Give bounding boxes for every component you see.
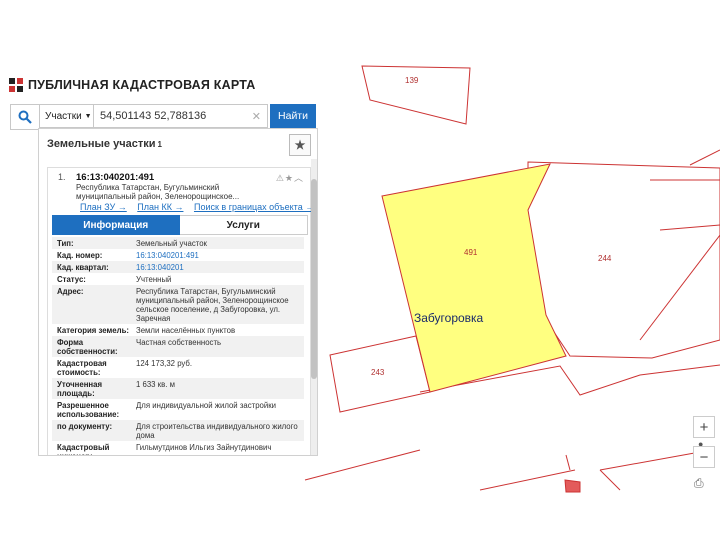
table-row: Кад. номер: 16:13:040201:491 [52,249,304,261]
table-row: Адрес: Республика Татарстан, Бугульмински… [52,285,304,324]
table-row: Статус: Учтенный [52,273,304,285]
row-value: Для индивидуальной жилой застройки [136,400,276,410]
parcel-label-244: 244 [598,254,612,263]
app-title: ПУБЛИЧНАЯ КАДАСТРОВАЯ КАРТА [28,78,256,92]
row-value[interactable]: 16:13:040201:491 [136,251,304,260]
table-row: Кадастровый инженер: Гильмутдинов Ильгиз … [52,441,304,456]
table-row: Форма собственности: Частная собственност… [52,336,304,357]
search-type-label: Участки [45,110,82,122]
parcel-491-highlighted[interactable] [381,163,567,393]
chevron-down-icon: ▼ [84,112,92,120]
row-label: Статус: [57,274,86,284]
village-name-label: Забугоровка [414,311,484,325]
card-tabs: Информация Услуги [52,215,308,235]
row-label: Тип: [57,238,74,248]
search-in-bounds-link[interactable]: Поиск в границах объекта → [194,202,314,212]
tab-services[interactable]: Услуги [179,215,308,235]
card-links: План ЗУ → План КК → Поиск в границах объ… [80,202,317,212]
row-label: Форма собственности: [57,337,118,356]
row-label: Кад. номер: [57,250,103,260]
search-submit-button[interactable]: Найти [270,104,316,128]
rosreestr-logo-icon [8,77,24,93]
search-input[interactable]: 54,501143 52,788136 ✕ [94,104,268,128]
table-row: Категория земель: Земли населённых пункто… [52,324,304,336]
clear-icon[interactable]: ✕ [252,110,261,123]
app-header: ПУБЛИЧНАЯ КАДАСТРОВАЯ КАРТА [8,75,255,95]
row-value: 124 173,32 руб. [136,358,193,368]
results-panel: Земельные участки 1 ★ 1. 16:13:040201:491… [38,128,318,456]
row-label: по документу: [57,421,113,431]
scrollbar-thumb[interactable] [311,179,317,379]
row-label: Разрешенное использование: [57,400,120,419]
panel-title: Земельные участки [47,138,156,150]
card-action-icons[interactable]: ⚠★︿ [276,171,304,184]
row-value: Гильмутдинов Ильгиз Зайнутдинович [136,442,272,452]
table-row: Разрешенное использование: Для индивидуал… [52,399,304,420]
parcel-244-boundary[interactable] [527,161,720,359]
collapse-icon[interactable]: ︿ [294,173,304,183]
tab-information[interactable]: Информация [52,215,180,235]
card-index: 1. [58,172,66,182]
table-row: по документу: Для строительства индивидуа… [52,420,304,441]
parcel-label-139: 139 [405,76,419,85]
table-row: Тип: Земельный участок [52,237,304,249]
row-label: Адрес: [57,286,84,296]
row-value[interactable]: 16:13:040201 [136,263,304,272]
row-label: Кадастровая стоимость: [57,358,107,377]
row-value: Земли населённых пунктов [136,325,236,335]
table-row: Кад. квартал: 16:13:040201 [52,261,304,273]
parcel-label-243: 243 [371,368,385,377]
search-bar: Участки ▼ 54,501143 52,788136 ✕ Найти [10,104,318,130]
warning-icon[interactable]: ⚠ [276,173,285,183]
plan-kk-link[interactable]: План КК → [137,202,183,212]
table-row: Уточненная площадь: 1 633 кв. м [52,378,304,399]
panel-header: Земельные участки 1 ★ [39,129,317,159]
row-value: Учтенный [136,274,172,284]
search-query-text: 54,501143 52,788136 [100,110,207,122]
card-cad-number[interactable]: 16:13:040201:491 [76,172,154,183]
favorite-star-button[interactable]: ★ [289,134,311,156]
star-icon[interactable]: ★ [285,173,294,183]
row-value: Частная собственность [136,337,222,347]
parcel-card: 1. 16:13:040201:491 Республика Татарстан… [47,167,314,456]
row-value: 1 633 кв. м [136,379,175,389]
table-row: Кадастровая стоимость: 124 173,32 руб. [52,357,304,378]
plan-zu-link[interactable]: План ЗУ → [80,202,127,212]
zoom-out-button[interactable]: − [693,446,715,468]
search-icon[interactable] [10,104,40,130]
row-label: Кадастровый инженер: [57,442,110,456]
row-label: Кад. квартал: [57,262,109,272]
row-value: Республика Татарстан, Бугульминский муни… [136,286,289,323]
parcel-139-boundary[interactable] [361,65,471,125]
print-icon[interactable]: ⎙ [694,476,704,491]
result-count: 1 [157,139,162,149]
row-label: Категория земель: [57,325,129,335]
search-type-select[interactable]: Участки ▼ [40,104,94,128]
row-value: Для строительства индивидуального жилого… [136,421,298,440]
parcel-label-491: 491 [464,248,478,257]
card-address: Республика Татарстан, Бугульминский муни… [76,183,240,201]
zoom-in-button[interactable]: + [693,416,715,438]
row-label: Уточненная площадь: [57,379,103,398]
row-value: Земельный участок [136,238,207,248]
attribute-table: Тип: Земельный участок Кад. номер: 16:13:04… [52,237,304,456]
